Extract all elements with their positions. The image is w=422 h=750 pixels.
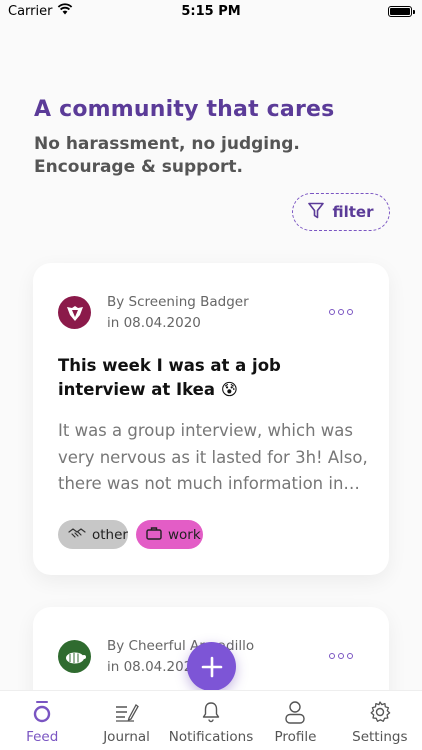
page-subtitle: No harassment, no judging. Encourage & s… [34, 133, 300, 179]
wifi-icon [57, 3, 73, 19]
subtitle-line-2: Encourage & support. [34, 157, 243, 177]
handshake-icon [68, 527, 86, 543]
filter-label: filter [332, 203, 374, 221]
subtitle-line-1: No harassment, no judging. [34, 134, 300, 154]
more-options-button[interactable] [329, 309, 353, 315]
post-meta: By Screening Badger in 08.04.2020 [107, 292, 249, 334]
post-body: It was a group interview, which was very… [58, 421, 368, 493]
page-title: A community that cares [34, 97, 335, 122]
tab-label: Notifications [168, 729, 254, 745]
dot-icon [338, 309, 344, 315]
briefcase-icon [146, 526, 162, 544]
status-left: Carrier [8, 3, 73, 19]
tab-label: Settings [352, 729, 408, 745]
add-post-button[interactable] [187, 642, 236, 691]
more-options-button[interactable] [329, 653, 353, 659]
post-title: This week I was at a job interview at Ik… [58, 356, 281, 399]
armadillo-icon [65, 652, 86, 663]
dot-icon [338, 653, 344, 659]
badger-icon [66, 305, 83, 321]
tag-other[interactable]: other [58, 520, 128, 549]
post-date: in 08.04.2020 [107, 315, 201, 331]
tab-profile[interactable]: Profile [253, 691, 337, 750]
filter-button[interactable]: filter [292, 193, 390, 231]
tab-notifications[interactable]: Notifications [168, 691, 254, 750]
tab-label: Profile [274, 729, 317, 745]
feed-icon [32, 699, 52, 725]
tag-label: other [92, 526, 128, 543]
avatar [58, 640, 91, 673]
journal-icon [114, 699, 140, 725]
plus-icon [201, 656, 222, 677]
dot-icon [347, 309, 353, 315]
post-card[interactable]: By Screening Badger in 08.04.2020 This w… [33, 263, 389, 575]
status-bar: Carrier 5:15 PM [0, 0, 422, 22]
tab-settings[interactable]: Settings [338, 691, 422, 750]
dot-icon [329, 653, 335, 659]
tab-label: Feed [26, 729, 59, 745]
bell-icon [201, 699, 221, 725]
dot-icon [329, 309, 335, 315]
tab-bar: Feed Journal Notifications Profile Setti… [0, 690, 422, 750]
tag-work[interactable]: work [136, 520, 203, 549]
battery-icon [388, 5, 415, 17]
tab-label: Journal [103, 729, 150, 745]
dot-icon [347, 653, 353, 659]
tag-label: work [168, 526, 201, 543]
funnel-icon [308, 202, 325, 223]
post-author: By Screening Badger [107, 294, 249, 310]
carrier-label: Carrier [8, 3, 53, 19]
tab-journal[interactable]: Journal [84, 691, 168, 750]
profile-icon [284, 699, 306, 725]
tab-feed[interactable]: Feed [0, 691, 84, 750]
gear-icon [368, 699, 392, 725]
avatar [58, 296, 91, 329]
